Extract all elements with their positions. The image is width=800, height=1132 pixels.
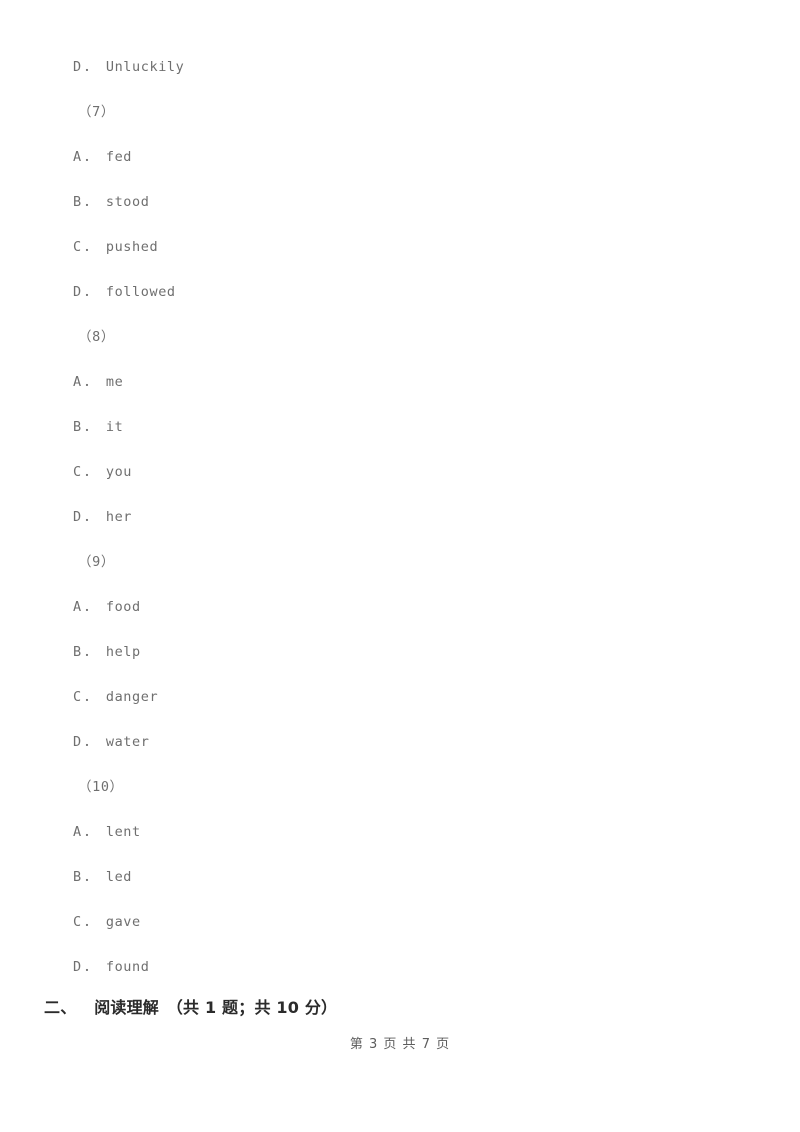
option-letter: A: [73, 374, 82, 390]
question-number-label: （10）: [78, 779, 124, 795]
option-text: pushed: [105, 239, 159, 255]
option-letter: C: [73, 464, 82, 480]
answer-option: C ． danger: [0, 675, 800, 720]
question-number: （7）: [0, 90, 800, 135]
option-separator: ．: [83, 509, 98, 525]
option-separator: ．: [83, 959, 98, 975]
option-separator: ．: [83, 644, 98, 660]
question-list: D ． Unluckily （7） A ． fed B ． stood C ． pushed D ． foll…: [0, 0, 800, 990]
option-letter: D: [73, 509, 82, 525]
option-separator: ．: [83, 869, 98, 885]
question-number: （9）: [0, 540, 800, 585]
option-separator: ．: [83, 464, 98, 480]
option-letter: A: [73, 599, 82, 615]
answer-option: D ． found: [0, 945, 800, 990]
section-heading: 二、 阅读理解 （共 1 题；共 10 分）: [44, 993, 337, 1023]
option-letter: C: [73, 689, 82, 705]
option-text: it: [105, 419, 124, 435]
option-text: water: [105, 734, 150, 750]
option-separator: ．: [83, 734, 98, 750]
option-text: followed: [105, 284, 176, 300]
answer-option: D ． Unluckily: [0, 45, 800, 90]
option-letter: A: [73, 824, 82, 840]
option-separator: ．: [83, 194, 98, 210]
option-letter: D: [73, 284, 82, 300]
section-title: 阅读理解: [94, 998, 159, 1017]
question-number: （10）: [0, 765, 800, 810]
option-text: Unluckily: [105, 59, 185, 75]
option-text: her: [105, 509, 133, 525]
option-text: lent: [105, 824, 141, 840]
option-separator: ．: [83, 149, 98, 165]
option-letter: C: [73, 239, 82, 255]
option-text: gave: [105, 914, 141, 930]
answer-option: C ． you: [0, 450, 800, 495]
option-text: you: [105, 464, 133, 480]
option-separator: ．: [83, 59, 98, 75]
answer-option: A ． me: [0, 360, 800, 405]
option-separator: ．: [83, 374, 98, 390]
question-number-label: （8）: [78, 329, 115, 345]
answer-option: A ． fed: [0, 135, 800, 180]
answer-option: D ． followed: [0, 270, 800, 315]
option-letter: D: [73, 734, 82, 750]
option-letter: D: [73, 959, 82, 975]
option-text: found: [105, 959, 150, 975]
option-letter: A: [73, 149, 82, 165]
answer-option: A ． food: [0, 585, 800, 630]
answer-option: D ． her: [0, 495, 800, 540]
question-number-label: （9）: [78, 554, 115, 570]
option-separator: ．: [83, 239, 98, 255]
answer-option: C ． gave: [0, 900, 800, 945]
option-text: me: [105, 374, 124, 390]
option-letter: C: [73, 914, 82, 930]
option-text: food: [105, 599, 141, 615]
option-separator: ．: [83, 689, 98, 705]
question-number-label: （7）: [78, 104, 115, 120]
option-text: stood: [105, 194, 150, 210]
answer-option: B ． stood: [0, 180, 800, 225]
option-separator: ．: [83, 824, 98, 840]
answer-option: A ． lent: [0, 810, 800, 855]
option-letter: B: [73, 194, 82, 210]
answer-option: D ． water: [0, 720, 800, 765]
option-text: led: [105, 869, 133, 885]
option-text: help: [105, 644, 141, 660]
answer-option: B ． led: [0, 855, 800, 900]
option-separator: ．: [83, 284, 98, 300]
answer-option: B ． it: [0, 405, 800, 450]
section-number: 二、: [44, 998, 77, 1017]
option-letter: B: [73, 869, 82, 885]
option-letter: D: [73, 59, 82, 75]
page-footer: 第 3 页 共 7 页: [349, 1037, 451, 1052]
answer-option: C ． pushed: [0, 225, 800, 270]
option-letter: B: [73, 419, 82, 435]
option-separator: ．: [83, 914, 98, 930]
option-separator: ．: [83, 599, 98, 615]
question-number: （8）: [0, 315, 800, 360]
option-separator: ．: [83, 419, 98, 435]
section-meta: （共 1 题；共 10 分）: [166, 998, 338, 1017]
option-text: danger: [105, 689, 159, 705]
option-letter: B: [73, 644, 82, 660]
exam-page: D ． Unluckily （7） A ． fed B ． stood C ． pushed D ． foll…: [0, 0, 800, 1132]
option-text: fed: [105, 149, 133, 165]
answer-option: B ． help: [0, 630, 800, 675]
